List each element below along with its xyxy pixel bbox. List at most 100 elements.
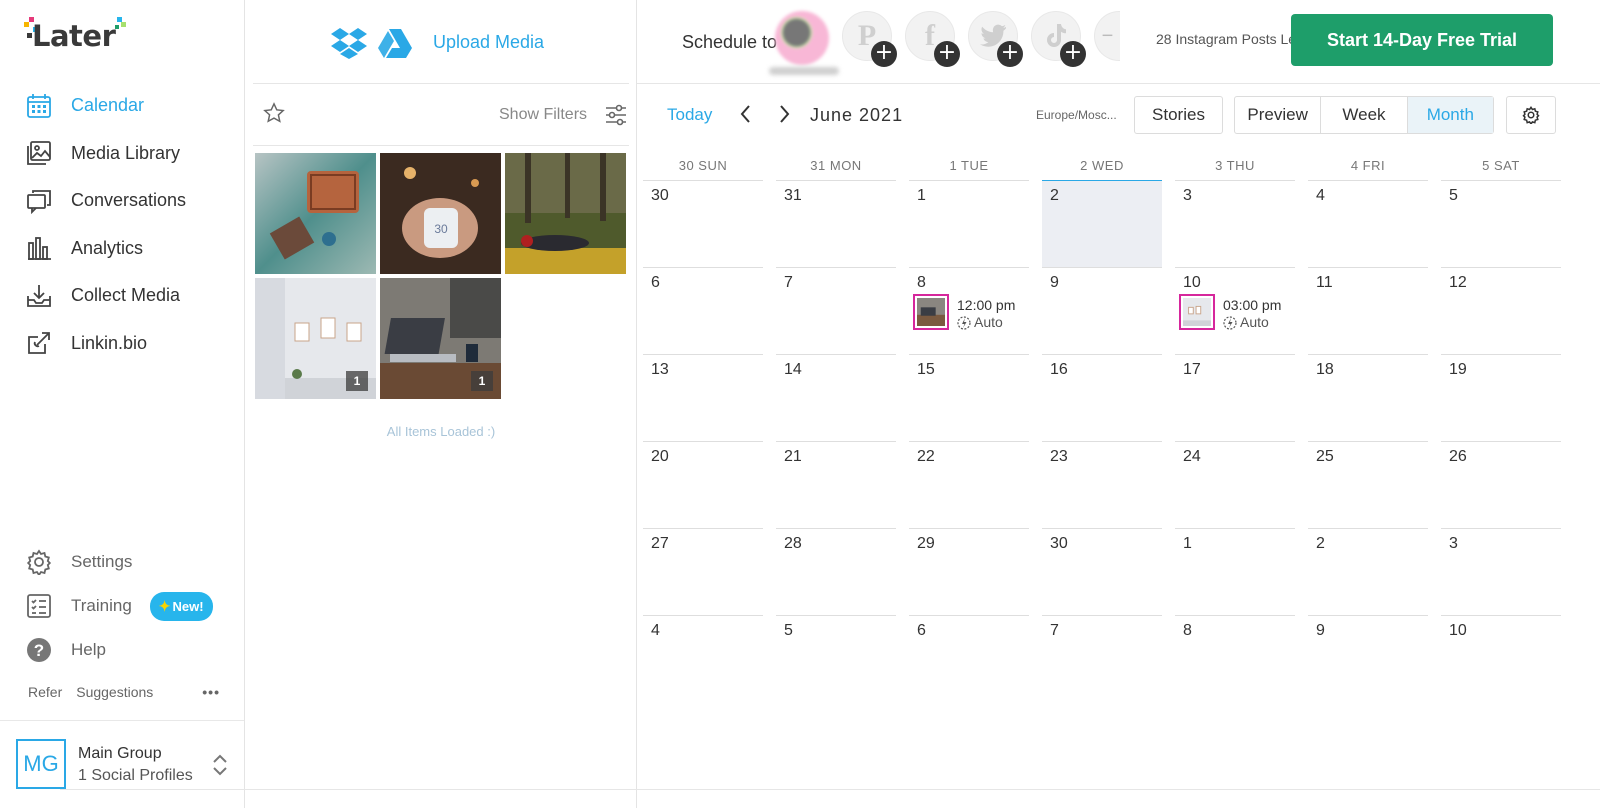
calendar-day-cell[interactable]: 9 — [1042, 267, 1162, 354]
calendar-day-cell[interactable]: 15 — [909, 354, 1029, 441]
scheduled-post[interactable]: 12:00 pm Auto — [913, 294, 1015, 331]
view-month-button[interactable]: Month — [1407, 97, 1493, 133]
more-options-icon[interactable]: ••• — [202, 684, 220, 700]
calendar-day-cell[interactable]: 3 — [1175, 180, 1295, 267]
today-button[interactable]: Today — [667, 105, 712, 125]
sidebar-item-help[interactable]: ? Help — [26, 628, 213, 672]
calendar-day-cell[interactable]: 20 — [643, 441, 763, 528]
calendar-day-cell[interactable]: 22 — [909, 441, 1029, 528]
calendar-day-cell[interactable]: 5 — [776, 615, 896, 702]
sidebar-item-calendar[interactable]: Calendar — [26, 82, 186, 130]
stories-button[interactable]: Stories — [1134, 96, 1223, 134]
day-number: 28 — [784, 535, 802, 552]
calendar-day-cell[interactable]: 12 — [1441, 267, 1561, 354]
sidebar-item-media-library[interactable]: Media Library — [26, 130, 186, 178]
sidebar-item-collect-media[interactable]: Collect Media — [26, 272, 186, 320]
day-number: 25 — [1316, 448, 1334, 465]
media-thumbnail[interactable] — [505, 153, 626, 274]
weekday-header: 2 WED — [1080, 158, 1124, 173]
google-drive-icon[interactable] — [378, 28, 412, 58]
settings-icon — [26, 549, 52, 575]
calendar-day-cell[interactable]: 13 — [643, 354, 763, 441]
calendar-day-cell[interactable]: 31 — [776, 180, 896, 267]
calendar-day-cell[interactable]: 9 — [1308, 615, 1428, 702]
more-networks-icon[interactable]: − — [1094, 11, 1120, 61]
calendar-day-cell[interactable]: 1 — [1175, 528, 1295, 615]
show-filters-button[interactable]: Show Filters — [499, 106, 587, 124]
upload-media-link[interactable]: Upload Media — [433, 32, 544, 53]
calendar-day-cell[interactable]: 16 — [1042, 354, 1162, 441]
sidebar-item-analytics[interactable]: Analytics — [26, 225, 186, 273]
view-preview-button[interactable]: Preview — [1235, 97, 1322, 133]
view-week-button[interactable]: Week — [1321, 97, 1408, 133]
group-profiles-count: 1 Social Profiles — [78, 767, 193, 784]
star-icon[interactable] — [263, 102, 285, 124]
calendar-day-cell[interactable]: 28 — [776, 528, 896, 615]
calendar-day-cell[interactable]: 2 — [1042, 180, 1162, 267]
calendar-day-cell[interactable]: 24 — [1175, 441, 1295, 528]
refer-link[interactable]: Refer — [28, 684, 62, 700]
calendar-day-cell[interactable]: 19 — [1441, 354, 1561, 441]
filter-sliders-icon[interactable] — [605, 104, 627, 126]
calendar-day-cell[interactable]: 23 — [1042, 441, 1162, 528]
timezone-selector[interactable]: Europe/Mosc... — [1036, 108, 1117, 122]
start-free-trial-button[interactable]: Start 14-Day Free Trial — [1291, 14, 1553, 66]
collect-media-icon — [26, 283, 52, 309]
calendar-day-cell[interactable]: 14 — [776, 354, 896, 441]
calendar-day-cell[interactable]: 26 — [1441, 441, 1561, 528]
bottom-scrollbar[interactable] — [60, 789, 1600, 790]
new-badge-label: New! — [172, 598, 204, 614]
media-thumbnail[interactable]: 1 — [380, 278, 501, 399]
calendar-day-cell[interactable]: 21 — [776, 441, 896, 528]
twitter-icon[interactable]: + — [968, 11, 1023, 67]
calendar-day-cell[interactable]: 5 — [1441, 180, 1561, 267]
calendar-day-cell[interactable]: 27 — [643, 528, 763, 615]
calendar-day-cell[interactable]: 30 — [1042, 528, 1162, 615]
instagram-profile-avatar[interactable] — [775, 11, 829, 65]
calendar-day-cell[interactable]: 25 — [1308, 441, 1428, 528]
calendar-day-cell[interactable]: 6 — [643, 267, 763, 354]
new-badge[interactable]: ✦ New! — [149, 591, 213, 621]
calendar-day-cell[interactable]: 8 12:00 pm Auto — [909, 267, 1029, 354]
day-number: 20 — [651, 448, 669, 465]
sidebar-item-settings[interactable]: Settings — [26, 540, 213, 584]
calendar-day-cell[interactable]: 7 — [1042, 615, 1162, 702]
media-thumbnail[interactable]: 30 — [380, 153, 501, 274]
facebook-icon[interactable]: f + — [905, 11, 960, 67]
calendar-day-cell[interactable]: 2 — [1308, 528, 1428, 615]
group-switcher[interactable]: MG Main Group 1 Social Profiles — [0, 720, 244, 808]
day-number: 26 — [1449, 448, 1467, 465]
calendar-day-cell[interactable]: 4 — [1308, 180, 1428, 267]
calendar-day-cell[interactable]: 10 — [1441, 615, 1561, 702]
calendar-day-cell[interactable]: 7 — [776, 267, 896, 354]
later-logo[interactable]: Later — [24, 16, 128, 56]
calendar-day-cell[interactable]: 17 — [1175, 354, 1295, 441]
sidebar-item-linkinbio[interactable]: Linkin.bio — [26, 320, 186, 368]
suggestions-link[interactable]: Suggestions — [76, 684, 153, 700]
sidebar-item-training[interactable]: Training ✦ New! — [26, 584, 213, 628]
chevron-left-icon[interactable] — [739, 104, 753, 124]
linkinbio-icon — [26, 330, 52, 356]
tiktok-icon[interactable]: + — [1031, 11, 1086, 67]
sidebar-item-conversations[interactable]: Conversations — [26, 177, 186, 225]
calendar-day-cell[interactable]: 10 03:00 pm Auto — [1175, 267, 1295, 354]
media-filter-bar: Show Filters — [253, 84, 629, 146]
calendar-settings-button[interactable] — [1506, 96, 1556, 134]
calendar-day-cell[interactable]: 29 — [909, 528, 1029, 615]
calendar-day-cell[interactable]: 3 — [1441, 528, 1561, 615]
media-thumbnail[interactable] — [255, 153, 376, 274]
calendar-day-cell[interactable]: 6 — [909, 615, 1029, 702]
calendar-day-cell[interactable]: 30 — [643, 180, 763, 267]
dropbox-icon[interactable] — [331, 27, 367, 59]
chevron-right-icon[interactable] — [777, 104, 791, 124]
calendar-day-cell[interactable]: 11 — [1308, 267, 1428, 354]
pinterest-icon[interactable]: P + — [842, 11, 897, 67]
carousel-count-badge: 1 — [471, 371, 493, 391]
scheduled-post[interactable]: 03:00 pm Auto — [1179, 294, 1281, 331]
media-thumbnail[interactable]: 1 — [255, 278, 376, 399]
calendar-day-cell[interactable]: 18 — [1308, 354, 1428, 441]
calendar-day-cell[interactable]: 1 — [909, 180, 1029, 267]
chevron-updown-icon[interactable] — [212, 751, 228, 779]
calendar-day-cell[interactable]: 4 — [643, 615, 763, 702]
calendar-day-cell[interactable]: 8 — [1175, 615, 1295, 702]
